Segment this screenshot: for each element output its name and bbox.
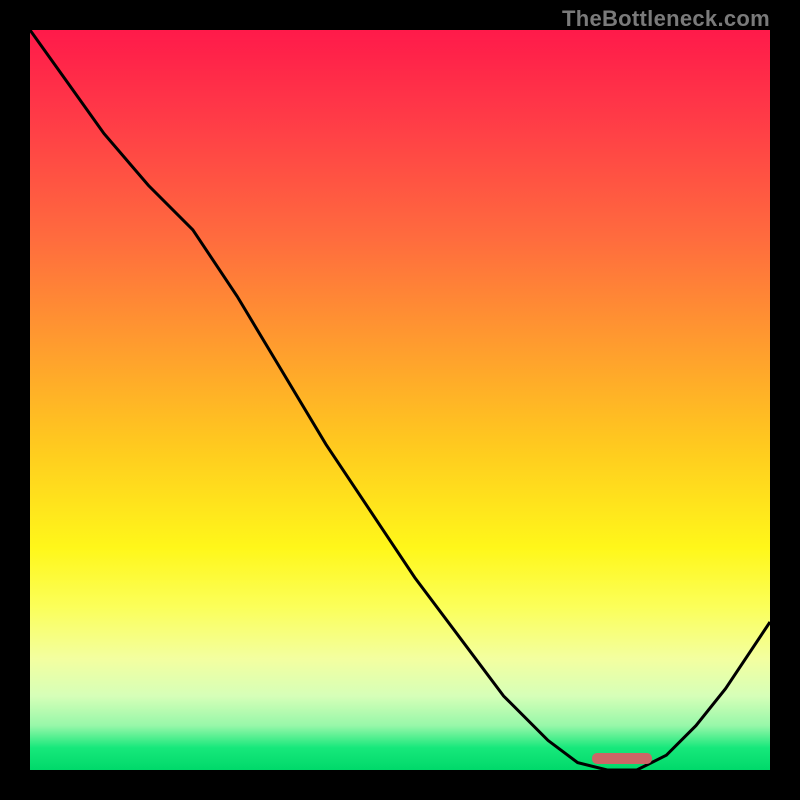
curve-svg: [30, 30, 770, 770]
plot-area: [30, 30, 770, 770]
optimum-marker: [592, 753, 651, 764]
curve-path: [30, 30, 770, 770]
chart-container: TheBottleneck.com: [0, 0, 800, 800]
attribution-text: TheBottleneck.com: [562, 6, 770, 32]
